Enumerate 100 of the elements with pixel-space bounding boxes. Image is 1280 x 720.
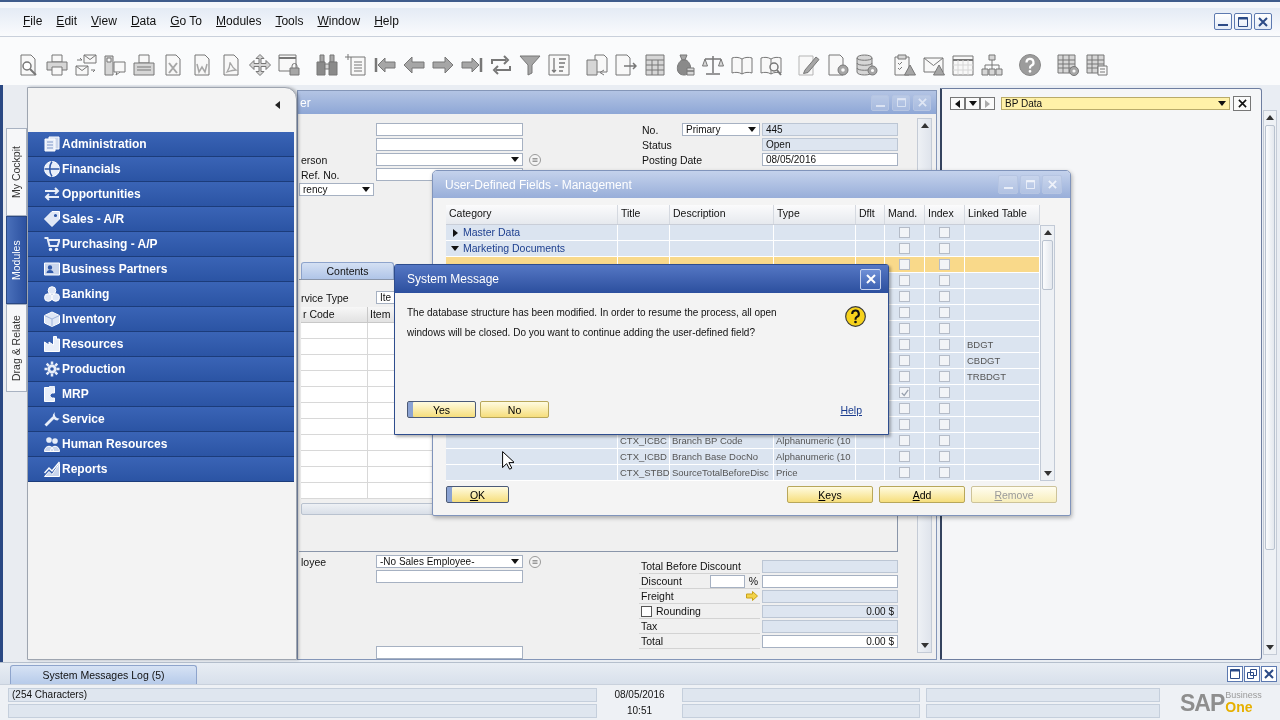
- checkbox[interactable]: [939, 339, 950, 350]
- checkbox[interactable]: [939, 243, 950, 254]
- document-zigzag-icon[interactable]: [191, 54, 213, 76]
- table-cell[interactable]: BDGT: [965, 337, 1040, 353]
- pencil-document-icon[interactable]: [798, 54, 820, 76]
- table-icon[interactable]: [644, 54, 666, 76]
- database-gear-icon[interactable]: [856, 54, 878, 76]
- side-tab[interactable]: Modules: [6, 216, 27, 304]
- table-cell[interactable]: [965, 417, 1040, 433]
- org-chart-icon[interactable]: [981, 54, 1003, 76]
- next-record-icon[interactable]: [432, 54, 454, 76]
- document-copy-icon[interactable]: [586, 54, 608, 76]
- checkbox[interactable]: [939, 403, 950, 414]
- table-cell[interactable]: [965, 305, 1040, 321]
- module-item[interactable]: Opportunities: [28, 182, 294, 207]
- column-header[interactable]: Category: [446, 205, 618, 224]
- column-header[interactable]: Index: [925, 205, 965, 224]
- calendar-icon[interactable]: [952, 54, 974, 76]
- column-header[interactable]: Description: [670, 205, 774, 224]
- help-icon[interactable]: [1019, 54, 1041, 76]
- minimize-button[interactable]: [1214, 13, 1232, 30]
- move-arrows-icon[interactable]: [249, 54, 271, 76]
- checkbox[interactable]: [899, 387, 910, 398]
- input-field[interactable]: [376, 138, 523, 151]
- document-gear-icon[interactable]: [827, 54, 849, 76]
- dropdown-field[interactable]: rency: [299, 183, 374, 196]
- caret-icon[interactable]: [451, 246, 459, 251]
- scroll-down-arrow-icon[interactable]: [1266, 645, 1274, 650]
- menu-item[interactable]: Edit: [56, 14, 78, 29]
- menu-item[interactable]: Data: [130, 14, 157, 29]
- column-header[interactable]: Title: [618, 205, 670, 224]
- module-item[interactable]: Human Resources: [28, 432, 294, 457]
- scroll-down-arrow-icon[interactable]: [920, 643, 929, 648]
- phone-chat-icon[interactable]: [104, 54, 126, 76]
- checkbox[interactable]: [899, 323, 910, 334]
- scrollbar[interactable]: [1263, 110, 1277, 655]
- restore-button[interactable]: [1244, 665, 1260, 682]
- fax-icon[interactable]: [133, 54, 155, 76]
- menu-item[interactable]: File: [23, 14, 43, 29]
- table-cell[interactable]: [965, 401, 1040, 417]
- scrollbar[interactable]: [1040, 225, 1055, 481]
- module-item[interactable]: Purchasing - A/P: [28, 232, 294, 257]
- table-cell[interactable]: [965, 289, 1040, 305]
- table-cell[interactable]: TRBDGT: [965, 369, 1040, 385]
- amount-field[interactable]: [762, 620, 898, 633]
- checkbox[interactable]: [939, 451, 950, 462]
- refresh-icon[interactable]: [490, 54, 512, 76]
- table-cell[interactable]: [965, 465, 1040, 481]
- checkbox[interactable]: [899, 467, 910, 478]
- module-item[interactable]: Business Partners: [28, 257, 294, 282]
- back-button[interactable]: [950, 97, 965, 110]
- table-cell[interactable]: [965, 257, 1040, 273]
- menu-item[interactable]: Modules: [216, 14, 262, 29]
- module-item[interactable]: Administration: [28, 132, 294, 157]
- module-item[interactable]: Resources: [28, 332, 294, 357]
- amount-field[interactable]: 0.00 $: [762, 605, 898, 618]
- document-search-icon[interactable]: [17, 54, 39, 76]
- menu-item[interactable]: Tools: [275, 14, 304, 29]
- checkbox[interactable]: [939, 371, 950, 382]
- checkbox[interactable]: [899, 435, 910, 446]
- checkbox[interactable]: [899, 227, 910, 238]
- amount-field[interactable]: [762, 590, 898, 603]
- maximize-button[interactable]: [1227, 665, 1243, 682]
- input-field[interactable]: 08/05/2016: [762, 153, 898, 166]
- checkbox[interactable]: [939, 355, 950, 366]
- module-item[interactable]: Production: [28, 357, 294, 382]
- dialog-button[interactable]: Yes: [407, 401, 476, 418]
- checkbox[interactable]: [939, 227, 950, 238]
- circled-list-icon[interactable]: [529, 555, 541, 568]
- scrollbar-thumb[interactable]: [1042, 240, 1053, 290]
- module-item[interactable]: Banking: [28, 282, 294, 307]
- caret-icon[interactable]: [453, 228, 458, 237]
- dropdown-field[interactable]: Primary: [682, 123, 760, 136]
- input-field[interactable]: Open: [762, 138, 898, 151]
- binoculars-icon[interactable]: [316, 54, 338, 76]
- checkbox[interactable]: [899, 355, 910, 366]
- document-cross-icon[interactable]: [162, 54, 184, 76]
- checkbox[interactable]: [939, 307, 950, 318]
- previous-record-icon[interactable]: [403, 54, 425, 76]
- printer-icon[interactable]: [46, 54, 68, 76]
- menu-item[interactable]: Help: [374, 14, 399, 29]
- tab[interactable]: Contents: [301, 262, 394, 279]
- dialog-button[interactable]: Add: [879, 486, 965, 503]
- grid-document-icon[interactable]: [1086, 54, 1108, 76]
- module-item[interactable]: Inventory: [28, 307, 294, 332]
- collapse-arrow-icon[interactable]: [275, 101, 280, 109]
- input-field[interactable]: [376, 123, 523, 136]
- module-item[interactable]: Sales - A/R: [28, 207, 294, 232]
- dropdown-field[interactable]: [376, 153, 523, 166]
- dropdown-field[interactable]: -No Sales Employee-: [376, 555, 523, 568]
- side-tab[interactable]: Drag & Relate: [6, 304, 27, 392]
- amount-field[interactable]: [762, 560, 898, 573]
- clipboard-warning-icon[interactable]: [894, 54, 916, 76]
- table-cell[interactable]: CBDGT: [965, 353, 1040, 369]
- dropdown-field[interactable]: BP Data: [1001, 97, 1230, 110]
- checkbox[interactable]: [899, 419, 910, 430]
- table-cell[interactable]: [965, 225, 1040, 241]
- dialog-button[interactable]: Keys: [787, 486, 873, 503]
- scroll-up-arrow-icon[interactable]: [1266, 115, 1274, 120]
- circled-list-icon[interactable]: [529, 153, 541, 166]
